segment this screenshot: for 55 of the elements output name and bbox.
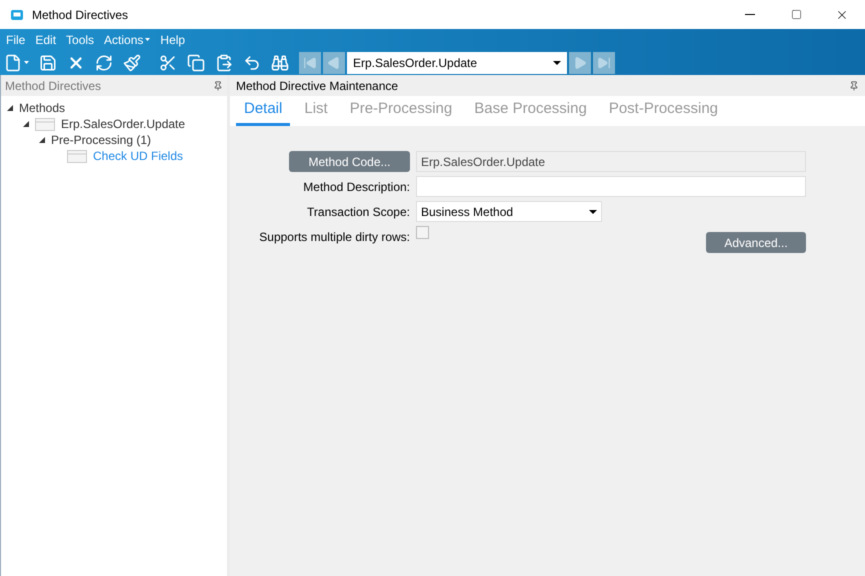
expanded-triangle-icon[interactable] [23, 121, 29, 127]
previous-icon [327, 56, 341, 70]
last-icon [597, 56, 611, 70]
method-description-field[interactable] [416, 176, 806, 197]
new-icon[interactable] [4, 54, 22, 72]
dropdown-arrow-icon [553, 60, 561, 64]
field-label: Transaction Scope: [307, 204, 410, 220]
field-label: Method Description: [303, 178, 410, 196]
menu-item[interactable]: Edit [35, 30, 56, 48]
method-code-button[interactable]: Method Code... [289, 151, 410, 172]
expanded-triangle-icon[interactable] [39, 137, 45, 143]
pin-icon[interactable] [213, 80, 223, 90]
method-code-field[interactable]: Erp.SalesOrder.Update [416, 151, 806, 172]
window-title: Method Directives [32, 6, 128, 24]
menu-item[interactable]: File [6, 30, 26, 48]
caret-icon[interactable] [24, 61, 29, 64]
first-record-button[interactable] [299, 52, 321, 74]
pin-icon[interactable] [849, 80, 859, 90]
binoculars-icon[interactable] [271, 54, 289, 72]
previous-record-button[interactable] [323, 52, 345, 74]
tree-item[interactable]: Methods [19, 99, 66, 117]
next-record-button[interactable] [569, 52, 591, 74]
maximize-icon [790, 9, 802, 20]
tab[interactable]: Post-Processing [600, 96, 726, 126]
panel-title: Method Directives [5, 78, 102, 94]
tab[interactable]: List [296, 96, 336, 126]
last-record-button[interactable] [593, 52, 615, 74]
first-icon [303, 56, 317, 70]
field-label: Supports multiple dirty rows: [259, 228, 410, 246]
save-icon[interactable] [39, 54, 57, 72]
transaction-scope-dropdown[interactable]: Business Method [416, 201, 602, 222]
minimize-icon [745, 14, 755, 15]
menu-item[interactable]: Help [160, 30, 186, 48]
copy-icon[interactable] [187, 54, 205, 72]
advanced-button[interactable]: Advanced... [706, 232, 806, 253]
caret-icon [145, 38, 150, 41]
tree-item[interactable]: Check UD Fields [93, 147, 184, 165]
menu-item[interactable]: Actions [104, 30, 150, 48]
paste-icon[interactable] [215, 54, 233, 72]
undo-icon[interactable] [243, 54, 261, 72]
next-icon [573, 56, 587, 70]
cut-icon[interactable] [159, 54, 177, 72]
brush-icon[interactable] [123, 54, 141, 72]
expanded-triangle-icon[interactable] [7, 105, 13, 111]
refresh-icon[interactable] [95, 54, 113, 72]
record-dropdown[interactable]: Erp.SalesOrder.Update [347, 52, 567, 74]
app-icon [10, 8, 24, 20]
tree-item[interactable]: Pre-Processing (1) [51, 131, 152, 149]
tab[interactable]: Pre-Processing [342, 96, 460, 126]
dropdown-arrow-icon [589, 210, 597, 214]
menu-item[interactable]: Tools [66, 30, 94, 48]
panel-title: Method Directive Maintenance [236, 78, 400, 94]
tree-item[interactable]: Erp.SalesOrder.Update [61, 115, 186, 133]
tab[interactable]: Base Processing [466, 96, 595, 126]
dirty-rows-checkbox[interactable] [416, 226, 429, 239]
